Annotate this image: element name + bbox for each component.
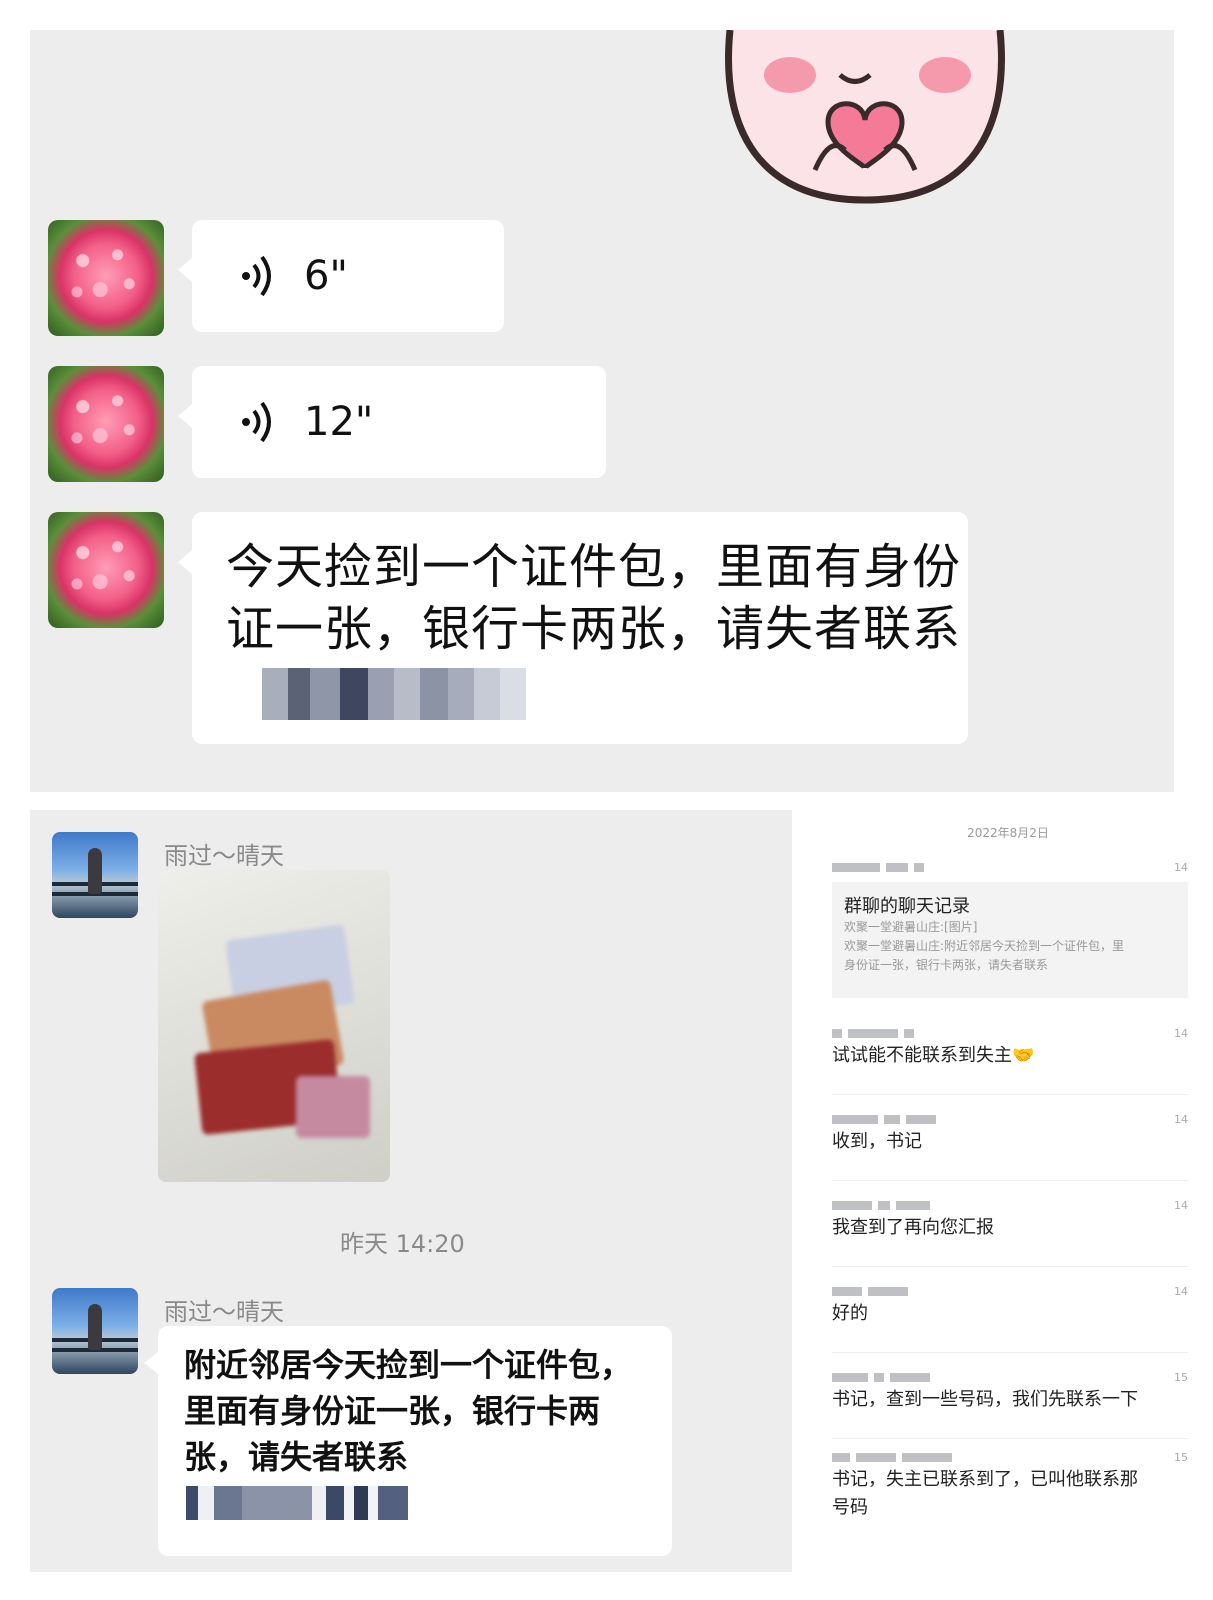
message-text: 好的	[832, 1303, 868, 1324]
text-message-bubble[interactable]: 附近邻居今天捡到一个证件包， 里面有身份证一张，银行卡两 张，请失者联系	[144, 1326, 672, 1556]
list-item[interactable]: 14 我查到了再向您汇报	[832, 1196, 1188, 1267]
voice-duration: 12"	[304, 399, 374, 445]
record-title: 群聊的聊天记录	[844, 896, 970, 917]
message-line: 里面有身份证一张，银行卡两	[184, 1392, 601, 1430]
text-message-bubble[interactable]: 今天捡到一个证件包，里面有身份 证一张，银行卡两张，请失者联系	[178, 512, 968, 744]
sender-name: 雨过～晴天	[164, 1298, 284, 1326]
message-line: 今天捡到一个证件包，里面有身份	[226, 539, 962, 595]
voice-duration: 6"	[304, 253, 348, 299]
voice-message-bubble[interactable]: 12"	[178, 366, 606, 478]
flower-avatar-icon[interactable]	[48, 512, 164, 628]
person-avatar-icon[interactable]	[52, 832, 138, 918]
list-item[interactable]: 14 好的	[832, 1282, 1188, 1353]
flower-avatar-icon[interactable]	[48, 366, 164, 482]
voice-wave-icon	[242, 255, 271, 297]
record-line: 欢聚一堂避暑山庄:[图片]	[844, 920, 978, 934]
heart-sticker-icon[interactable]	[720, 30, 1010, 210]
chat-record-card[interactable]: 群聊的聊天记录 欢聚一堂避暑山庄:[图片] 欢聚一堂避暑山庄:附近邻居今天捡到一…	[832, 882, 1188, 998]
message-text: 书记，查到一些号码，我们先联系一下	[832, 1389, 1138, 1410]
list-item[interactable]: 15 书记，查到一些号码，我们先联系一下	[832, 1368, 1188, 1439]
date-header: 2022年8月2日	[967, 826, 1049, 840]
voice-message-bubble[interactable]: 6"	[178, 220, 504, 332]
chat-record-message[interactable]: 14 群聊的聊天记录 欢聚一堂避暑山庄:[图片] 欢聚一堂避暑山庄:附近邻居今天…	[832, 858, 1188, 998]
flower-avatar-icon[interactable]	[48, 220, 164, 336]
list-item[interactable]: 14 收到，书记	[832, 1110, 1188, 1181]
voice-wave-icon	[242, 401, 271, 443]
chat-window-left: 雨过～晴天 昨天 14:20 雨过～晴天 附近邻居今天捡到一个证件包， 里面有身…	[30, 810, 792, 1572]
message-line: 附近邻居今天捡到一个证件包，	[184, 1346, 633, 1384]
redacted-phone	[186, 1486, 672, 1520]
message-text: 我查到了再向您汇报	[832, 1217, 994, 1238]
redacted-phone	[262, 668, 968, 720]
message-text: 书记，失主已联系到了，已叫他联系那	[832, 1469, 1138, 1490]
person-avatar-icon[interactable]	[52, 1288, 138, 1374]
record-line: 身份证一张，银行卡两张，请失者联系	[844, 958, 1049, 972]
list-item[interactable]: 15 书记，失主已联系到了，已叫他联系那 号码	[832, 1448, 1188, 1560]
message-line: 证一张，银行卡两张，请失者联系	[226, 601, 962, 657]
list-item[interactable]: 14 试试能不能联系到失主🤝	[832, 1024, 1188, 1095]
message-text: 号码	[832, 1497, 868, 1518]
photo-message[interactable]	[158, 870, 390, 1182]
sender-name: 雨过～晴天	[164, 842, 284, 870]
message-line: 张，请失者联系	[184, 1438, 409, 1476]
record-line: 欢聚一堂避暑山庄:附近邻居今天捡到一个证件包，里	[844, 939, 1125, 953]
chat-window-right: 2022年8月2日 14 群聊的聊天记录 欢聚一堂避暑山庄:[图片] 欢聚一堂避…	[828, 818, 1188, 1572]
message-text: 收到，书记	[832, 1131, 922, 1152]
message-text: 试试能不能联系到失主🤝	[832, 1045, 1035, 1066]
chat-window-top: 6" 12" 今天捡到一个证件包，里面有身份 证一张，银行卡两张，请失者联系	[30, 30, 1174, 792]
timestamp: 昨天 14:20	[340, 1230, 465, 1258]
